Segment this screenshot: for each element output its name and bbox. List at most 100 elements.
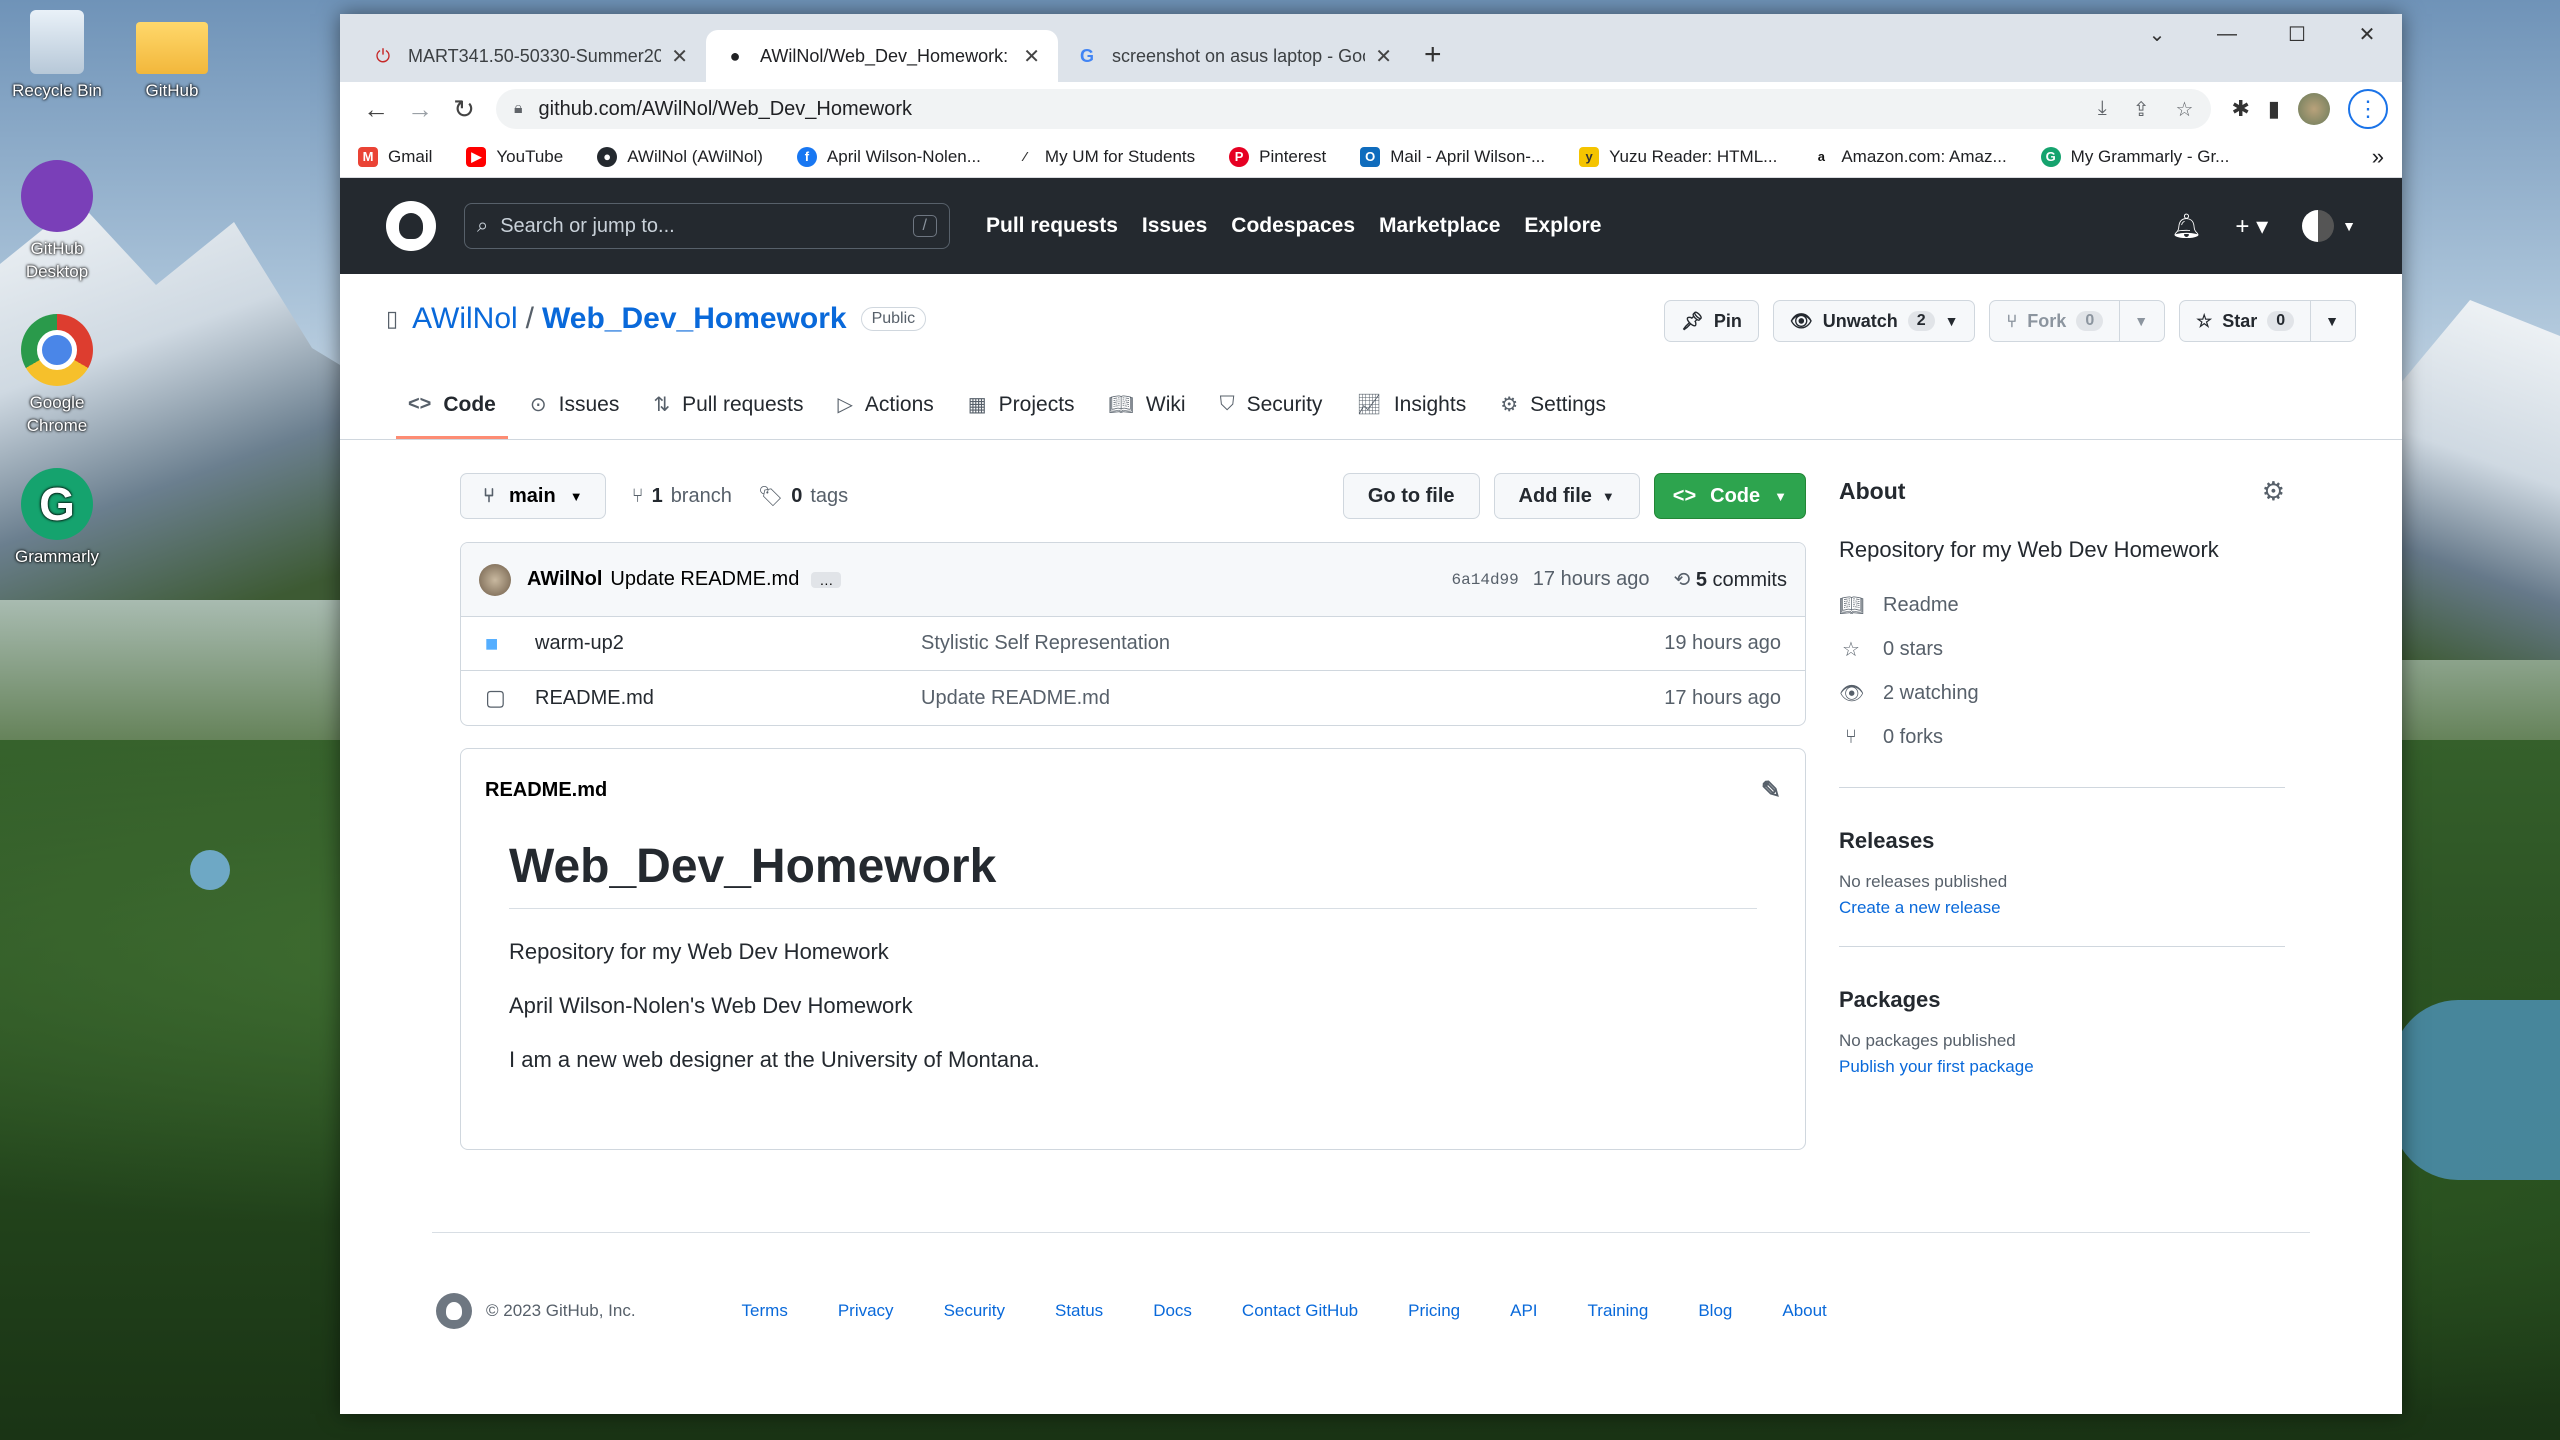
code-button[interactable]: <> Code ▼: [1653, 473, 1806, 519]
bookmark-gmail[interactable]: M Gmail: [358, 146, 432, 167]
bookmark-outlook[interactable]: O Mail - April Wilson-...: [1360, 146, 1545, 167]
new-tab-button[interactable]: +: [1424, 38, 1442, 72]
add-file-button[interactable]: Add file ▼: [1493, 473, 1640, 519]
footer-link-about[interactable]: About: [1782, 1301, 1826, 1321]
close-tab-icon[interactable]: ✕: [1375, 44, 1392, 69]
github-logo-icon[interactable]: [386, 201, 436, 251]
repo-name-link[interactable]: Web_Dev_Homework: [542, 302, 847, 336]
desktop-github-folder[interactable]: GitHub: [117, 10, 227, 103]
github-logo-icon[interactable]: [436, 1293, 472, 1329]
bookmark-facebook[interactable]: f April Wilson-Nolen...: [796, 146, 981, 167]
bookmark-grammarly[interactable]: G My Grammarly - Gr...: [2040, 146, 2229, 167]
close-tab-icon[interactable]: ✕: [671, 44, 688, 69]
tab-search-icon[interactable]: ⌄: [2122, 14, 2192, 54]
file-commit-message[interactable]: Stylistic Self Representation: [921, 632, 1664, 655]
publish-package-link[interactable]: Publish your first package: [1839, 1057, 2285, 1077]
footer-link-pricing[interactable]: Pricing: [1408, 1301, 1460, 1321]
nav-pull-requests[interactable]: Pull requests: [986, 214, 1118, 238]
branches-link[interactable]: ⑂ 1 branch: [632, 485, 732, 508]
notifications-bell-icon[interactable]: 🔔︎: [2171, 212, 2201, 241]
unwatch-button[interactable]: 👁︎ Unwatch 2 ▼: [1772, 300, 1976, 342]
tab-actions[interactable]: ▷ Actions: [826, 373, 946, 439]
maximize-button[interactable]: ☐: [2262, 14, 2332, 54]
close-tab-icon[interactable]: ✕: [1023, 44, 1040, 69]
releases-title[interactable]: Releases: [1839, 828, 2285, 854]
address-bar[interactable]: 🔒︎ github.com/AWilNol/Web_Dev_Homework ⤓…: [496, 89, 2212, 129]
file-name[interactable]: README.md: [535, 687, 921, 710]
github-search-input[interactable]: ⌕ Search or jump to... /: [464, 203, 950, 249]
commit-author[interactable]: AWilNol: [527, 568, 602, 591]
pencil-icon[interactable]: ✎: [1761, 776, 1781, 805]
footer-link-contact[interactable]: Contact GitHub: [1242, 1301, 1358, 1321]
bookmark-youtube[interactable]: ▶ YouTube: [466, 146, 563, 167]
about-stars-link[interactable]: ☆ 0 stars: [1839, 627, 2285, 671]
gear-icon[interactable]: ⚙: [2262, 476, 2285, 507]
footer-link-status[interactable]: Status: [1055, 1301, 1103, 1321]
commits-link[interactable]: ⟲ 5 commits: [1674, 567, 1787, 592]
profile-avatar[interactable]: [2298, 93, 2330, 125]
star-button[interactable]: ☆ Star 0 ▼: [2179, 300, 2356, 342]
avatar[interactable]: [479, 563, 511, 596]
branch-selector[interactable]: ⑂ main ▼: [460, 473, 606, 519]
nav-codespaces[interactable]: Codespaces: [1231, 214, 1355, 238]
footer-link-blog[interactable]: Blog: [1698, 1301, 1732, 1321]
file-row[interactable]: ■ warm-up2 Stylistic Self Representation…: [461, 617, 1805, 671]
install-icon[interactable]: ⤓: [2098, 97, 2107, 122]
tab-code[interactable]: <> Code: [396, 373, 508, 439]
commit-sha[interactable]: 6a14d99: [1452, 571, 1519, 589]
nav-marketplace[interactable]: Marketplace: [1379, 214, 1500, 238]
create-new-dropdown[interactable]: + ▾: [2235, 212, 2268, 241]
footer-link-training[interactable]: Training: [1588, 1301, 1649, 1321]
bookmark-star-icon[interactable]: ☆: [2176, 97, 2194, 122]
fork-dropdown-icon[interactable]: ▼: [2119, 300, 2148, 342]
file-commit-message[interactable]: Update README.md: [921, 687, 1664, 710]
share-icon[interactable]: ⇪: [2133, 97, 2150, 122]
readme-filename[interactable]: README.md: [485, 779, 607, 802]
bookmark-amazon[interactable]: a Amazon.com: Amaz...: [1811, 147, 2007, 167]
packages-title[interactable]: Packages: [1839, 987, 2285, 1013]
side-panel-icon[interactable]: ▮: [2268, 96, 2280, 122]
footer-link-security[interactable]: Security: [944, 1301, 1005, 1321]
tab-issues[interactable]: ⊙ Issues: [518, 373, 631, 439]
tab-pull-requests[interactable]: ⇅ Pull requests: [641, 373, 815, 439]
more-bookmarks-button[interactable]: »: [2372, 144, 2384, 170]
pin-button[interactable]: 📌︎ Pin: [1663, 300, 1759, 342]
forward-button[interactable]: →: [398, 87, 442, 131]
footer-link-docs[interactable]: Docs: [1153, 1301, 1192, 1321]
bookmark-pinterest[interactable]: P Pinterest: [1229, 146, 1326, 167]
browser-tab-active[interactable]: ● AWilNol/Web_Dev_Homework: R ✕: [706, 30, 1058, 82]
tab-wiki[interactable]: 📖︎ Wiki: [1097, 373, 1198, 439]
extensions-icon[interactable]: ✱: [2231, 96, 2249, 122]
nav-explore[interactable]: Explore: [1524, 214, 1601, 238]
footer-link-api[interactable]: API: [1510, 1301, 1537, 1321]
expand-commit-button[interactable]: …: [811, 571, 842, 588]
desktop-google-chrome[interactable]: Google Chrome: [2, 314, 112, 438]
browser-tab[interactable]: ⏻ MART341.50-50330-Summer202 ✕: [354, 30, 706, 82]
tab-projects[interactable]: ▦ Projects: [956, 373, 1087, 439]
browser-tab[interactable]: G screenshot on asus laptop - Goo ✕: [1058, 30, 1410, 82]
about-readme-link[interactable]: 📖︎ Readme: [1839, 583, 2285, 627]
go-to-file-button[interactable]: Go to file: [1342, 473, 1480, 519]
about-watching-link[interactable]: 👁︎ 2 watching: [1839, 671, 2285, 715]
back-button[interactable]: ←: [354, 87, 398, 131]
nav-issues[interactable]: Issues: [1142, 214, 1207, 238]
bookmark-um-students[interactable]: ⁄ My UM for Students: [1015, 147, 1195, 167]
commit-message[interactable]: Update README.md: [610, 568, 799, 591]
close-window-button[interactable]: ✕: [2332, 14, 2402, 54]
tab-settings[interactable]: ⚙ Settings: [1488, 373, 1618, 439]
user-menu[interactable]: ▼: [2302, 210, 2356, 242]
tab-insights[interactable]: 📈︎ Insights: [1344, 373, 1478, 439]
footer-link-terms[interactable]: Terms: [742, 1301, 788, 1321]
file-row[interactable]: ▢ README.md Update README.md 17 hours ag…: [461, 671, 1805, 725]
star-dropdown-icon[interactable]: ▼: [2310, 300, 2339, 342]
lock-icon[interactable]: 🔒︎: [514, 100, 523, 118]
footer-link-privacy[interactable]: Privacy: [838, 1301, 894, 1321]
minimize-button[interactable]: —: [2192, 14, 2262, 54]
browser-menu-button[interactable]: ⋮: [2348, 89, 2388, 129]
bookmark-yuzu[interactable]: y Yuzu Reader: HTML...: [1579, 146, 1777, 167]
about-forks-link[interactable]: ⑂ 0 forks: [1839, 715, 2285, 759]
tags-link[interactable]: 🏷︎ 0 tags: [758, 484, 848, 509]
tab-security[interactable]: ⛉ Security: [1208, 373, 1335, 439]
desktop-grammarly[interactable]: G Grammarly: [2, 468, 112, 569]
file-name[interactable]: warm-up2: [535, 632, 921, 655]
